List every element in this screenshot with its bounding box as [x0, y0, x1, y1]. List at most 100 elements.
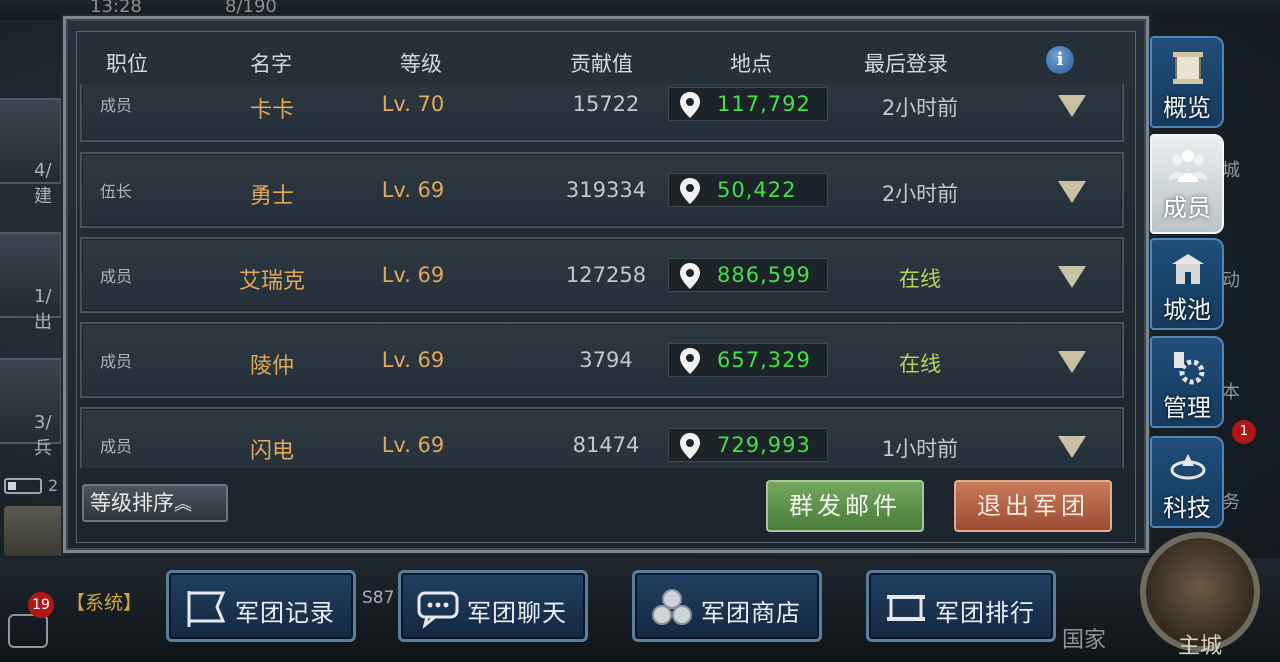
leave-legion-button[interactable]: 退出军团 — [954, 480, 1112, 532]
location-coordinates: 657,329 — [717, 348, 811, 372]
level-sort-button[interactable]: 等级排序︽ — [82, 484, 228, 522]
mass-mail-button[interactable]: 群发邮件 — [766, 480, 924, 532]
member-level: Lv. 69 — [381, 263, 445, 287]
tab-overview-label: 概览 — [1163, 94, 1211, 122]
member-rank: 成员 — [100, 437, 133, 456]
header-rank: 职位 — [106, 52, 148, 76]
member-contribution: 319334 — [565, 178, 647, 202]
member-name: 闪电 — [249, 439, 294, 464]
expand-arrow-icon[interactable] — [1058, 436, 1086, 458]
expand-arrow-icon[interactable] — [1058, 95, 1086, 117]
location-pin-icon — [680, 178, 700, 204]
system-message-suffix: S87 — [362, 588, 395, 608]
header-location: 地点 — [730, 52, 772, 76]
table-header: 职位 名字 等级 贡献值 地点 最后登录 — [0, 48, 1280, 88]
expand-arrow-icon[interactable] — [1058, 351, 1086, 373]
legion-ranking-button[interactable]: 军团排行 — [866, 570, 1056, 642]
member-name: 艾瑞克 — [238, 269, 305, 294]
member-location[interactable]: 657,329 — [668, 343, 828, 377]
member-last-login: 2小时前 — [881, 96, 959, 120]
gear-icon — [1174, 352, 1205, 385]
location-pin-icon — [680, 263, 700, 289]
member-name: 勇士 — [249, 184, 294, 209]
member-list[interactable]: 成员 卡卡 Lv. 70 15722 117,792 2小时前 伍长 勇士 Lv… — [80, 84, 1124, 468]
resource-counter: 8/190 — [225, 0, 277, 17]
coins-icon — [652, 589, 692, 625]
tab-management[interactable]: 管理 — [1150, 336, 1224, 428]
member-location[interactable]: 886,599 — [668, 258, 828, 292]
member-row[interactable]: 成员 艾瑞克 Lv. 69 127258 886,599 在线 — [80, 237, 1124, 313]
member-contribution: 81474 — [572, 433, 640, 457]
member-level: Lv. 69 — [381, 348, 445, 372]
member-last-login: 2小时前 — [881, 182, 959, 206]
game-time: 13:28 — [90, 0, 142, 17]
members-icon — [1169, 150, 1207, 182]
location-coordinates: 117,792 — [717, 92, 811, 116]
member-level: Lv. 69 — [381, 178, 445, 202]
location-coordinates: 729,993 — [717, 433, 811, 457]
tab-management-label: 管理 — [1163, 394, 1211, 422]
member-row[interactable]: 成员 闪电 Lv. 69 81474 729,993 1小时前 — [80, 407, 1124, 468]
chat-icon — [417, 591, 459, 629]
sort-label: 等级排序 — [90, 491, 174, 515]
build-queue-count: 4/ — [34, 160, 52, 181]
legion-ranking-label: 军团排行 — [935, 599, 1035, 627]
tab-cities[interactable]: 城池 — [1150, 238, 1224, 330]
member-rank: 成员 — [100, 96, 133, 115]
tab-members[interactable]: 成员 — [1150, 134, 1224, 234]
member-location[interactable]: 117,792 — [668, 87, 828, 121]
march-queue-label: 出 — [34, 312, 52, 333]
tab-technology-label: 科技 — [1163, 494, 1211, 522]
tech-icon — [1170, 454, 1206, 480]
member-last-login: 在线 — [899, 352, 941, 376]
member-rank: 成员 — [100, 267, 133, 286]
build-queue-tile[interactable]: 4/ 建 — [0, 98, 62, 207]
member-level: Lv. 69 — [381, 433, 445, 457]
mail-icon[interactable] — [4, 506, 64, 556]
system-message-tag[interactable]: 【系统】 — [66, 588, 142, 615]
header-level: 等级 — [400, 52, 442, 76]
member-location[interactable]: 50,422 — [668, 173, 828, 207]
country-label[interactable]: 国家 — [1062, 622, 1106, 654]
location-pin-icon — [680, 92, 700, 118]
info-icon[interactable]: i — [1046, 46, 1074, 74]
member-row[interactable]: 成员 卡卡 Lv. 70 15722 117,792 2小时前 — [80, 84, 1124, 142]
battery-icon — [4, 478, 42, 494]
location-pin-icon — [680, 433, 700, 459]
troop-queue-tile[interactable]: 3/ 兵 — [0, 358, 62, 459]
scroll-icon — [1173, 52, 1203, 84]
notification-badge: 19 — [28, 592, 54, 618]
legion-shop-button[interactable]: 军团商店 — [632, 570, 822, 642]
right-fragment-city: 城 — [1222, 160, 1240, 181]
expand-arrow-icon[interactable] — [1058, 266, 1086, 288]
march-queue-tile[interactable]: 1/ 出 — [0, 232, 62, 333]
right-fragment-task: 务 — [1222, 492, 1240, 513]
member-row[interactable]: 伍长 勇士 Lv. 69 319334 50,422 2小时前 — [80, 152, 1124, 228]
location-pin-icon — [680, 348, 700, 374]
tab-technology[interactable]: 科技 — [1150, 436, 1224, 528]
member-contribution: 15722 — [572, 92, 640, 116]
member-last-login: 1小时前 — [881, 437, 959, 461]
member-level: Lv. 70 — [381, 92, 445, 116]
legion-shop-label: 军团商店 — [701, 599, 801, 627]
flag-icon — [187, 591, 226, 627]
tab-overview[interactable]: 概览 — [1150, 36, 1224, 128]
location-coordinates: 50,422 — [717, 178, 797, 202]
member-contribution: 127258 — [565, 263, 647, 287]
member-contribution: 3794 — [579, 348, 633, 372]
member-location[interactable]: 729,993 — [668, 428, 828, 462]
legion-log-label: 军团记录 — [235, 599, 335, 627]
chat-bubble-icon[interactable] — [8, 614, 48, 648]
banner-icon — [887, 595, 925, 621]
header-contribution: 贡献值 — [570, 52, 633, 76]
legion-chat-button[interactable]: 军团聊天 — [398, 570, 588, 642]
member-name: 陵仲 — [249, 354, 294, 379]
header-last-login: 最后登录 — [864, 52, 948, 76]
build-queue-label: 建 — [34, 186, 52, 207]
legion-log-button[interactable]: 军团记录 — [166, 570, 356, 642]
castle-icon — [1172, 254, 1204, 284]
expand-arrow-icon[interactable] — [1058, 181, 1086, 203]
technology-badge: 1 — [1232, 420, 1256, 444]
chevron-up-icon: ︽ — [174, 494, 192, 515]
member-row[interactable]: 成员 陵仲 Lv. 69 3794 657,329 在线 — [80, 322, 1124, 398]
